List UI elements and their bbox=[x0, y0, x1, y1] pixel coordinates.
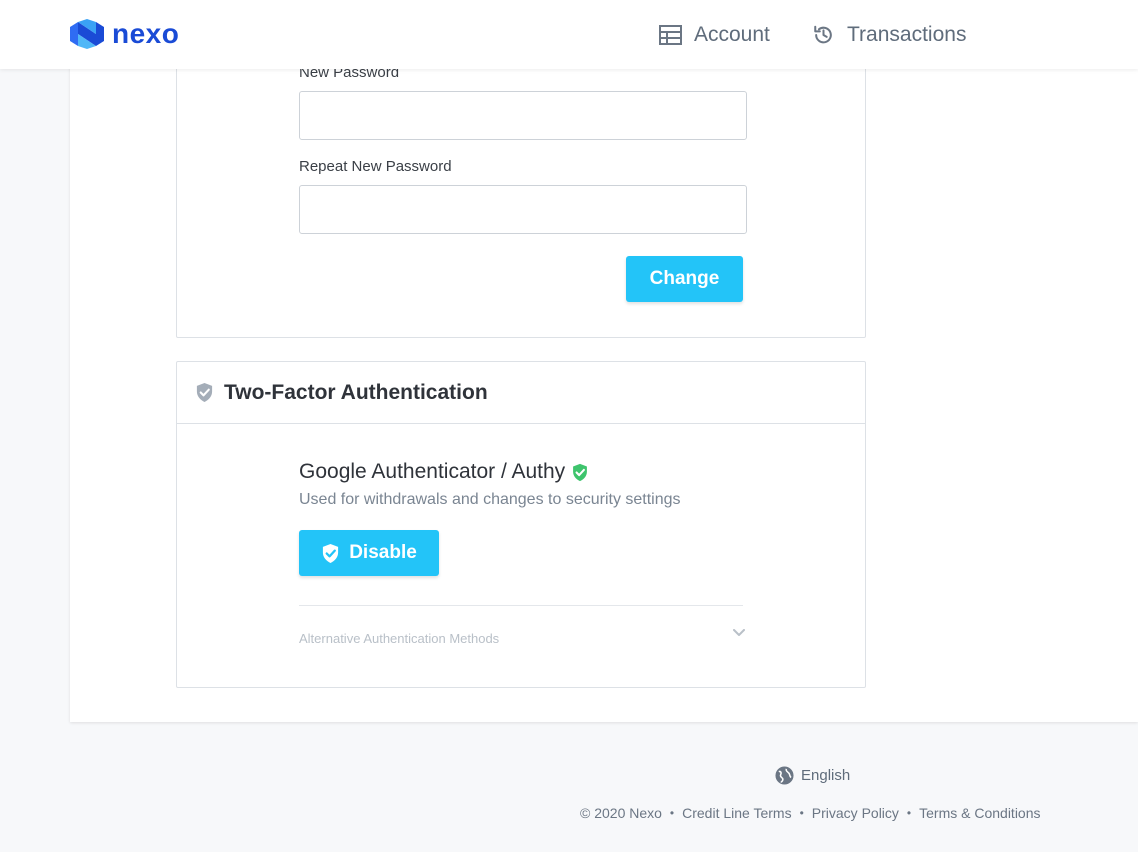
footer-link-credit-line-terms[interactable]: Credit Line Terms bbox=[682, 805, 791, 821]
alternative-methods-toggle[interactable]: Alternative Authentication Methods bbox=[299, 629, 745, 646]
globe-icon bbox=[775, 765, 794, 785]
alternative-methods-label: Alternative Authentication Methods bbox=[299, 631, 500, 646]
chevron-down-icon bbox=[733, 625, 745, 640]
nexo-logo-icon bbox=[70, 19, 104, 49]
new-password-input[interactable] bbox=[299, 91, 747, 140]
repeat-password-input[interactable] bbox=[299, 185, 747, 234]
change-button-label: Change bbox=[649, 268, 720, 289]
nav-account-label: Account bbox=[694, 23, 770, 46]
two-factor-card: Two-Factor Authentication Google Authent… bbox=[176, 361, 866, 688]
table-icon bbox=[659, 25, 682, 45]
nav-transactions-label: Transactions bbox=[847, 23, 967, 46]
disable-button-label: Disable bbox=[349, 542, 417, 563]
separator-dot: • bbox=[669, 806, 675, 820]
change-password-button[interactable]: Change bbox=[626, 256, 743, 302]
authenticator-title-row: Google Authenticator / Authy bbox=[299, 460, 589, 484]
two-factor-title: Two-Factor Authentication bbox=[224, 380, 488, 404]
separator-dot: • bbox=[906, 806, 912, 820]
footer-links: © 2020 Nexo • Credit Line Terms • Privac… bbox=[580, 803, 1041, 823]
history-icon bbox=[814, 25, 832, 44]
authenticator-description: Used for withdrawals and changes to secu… bbox=[299, 491, 681, 508]
divider bbox=[299, 605, 743, 606]
shield-icon bbox=[195, 382, 214, 403]
language-label: English bbox=[801, 766, 851, 784]
footer-link-privacy-policy[interactable]: Privacy Policy bbox=[812, 805, 899, 821]
shield-check-icon bbox=[321, 543, 340, 564]
authenticator-title: Google Authenticator / Authy bbox=[299, 460, 566, 483]
verified-check-icon bbox=[571, 463, 589, 482]
top-header: nexo Account Transactions bbox=[0, 0, 1138, 69]
disable-2fa-button[interactable]: Disable bbox=[299, 530, 439, 576]
nav-transactions[interactable]: Transactions bbox=[812, 20, 966, 50]
two-factor-header: Two-Factor Authentication bbox=[177, 362, 865, 424]
repeat-password-label: Repeat New Password bbox=[299, 158, 452, 175]
separator-dot: • bbox=[799, 806, 804, 820]
language-selector[interactable]: English bbox=[775, 764, 850, 786]
footer-link-terms-conditions[interactable]: Terms & Conditions bbox=[919, 805, 1040, 821]
nexo-logo[interactable]: nexo bbox=[70, 18, 179, 50]
copyright-text: © 2020 Nexo bbox=[580, 805, 662, 821]
nav-account[interactable]: Account bbox=[659, 20, 770, 50]
main-panel: New Password Repeat New Password Change … bbox=[70, 0, 1138, 722]
nexo-logo-text: nexo bbox=[112, 18, 180, 49]
